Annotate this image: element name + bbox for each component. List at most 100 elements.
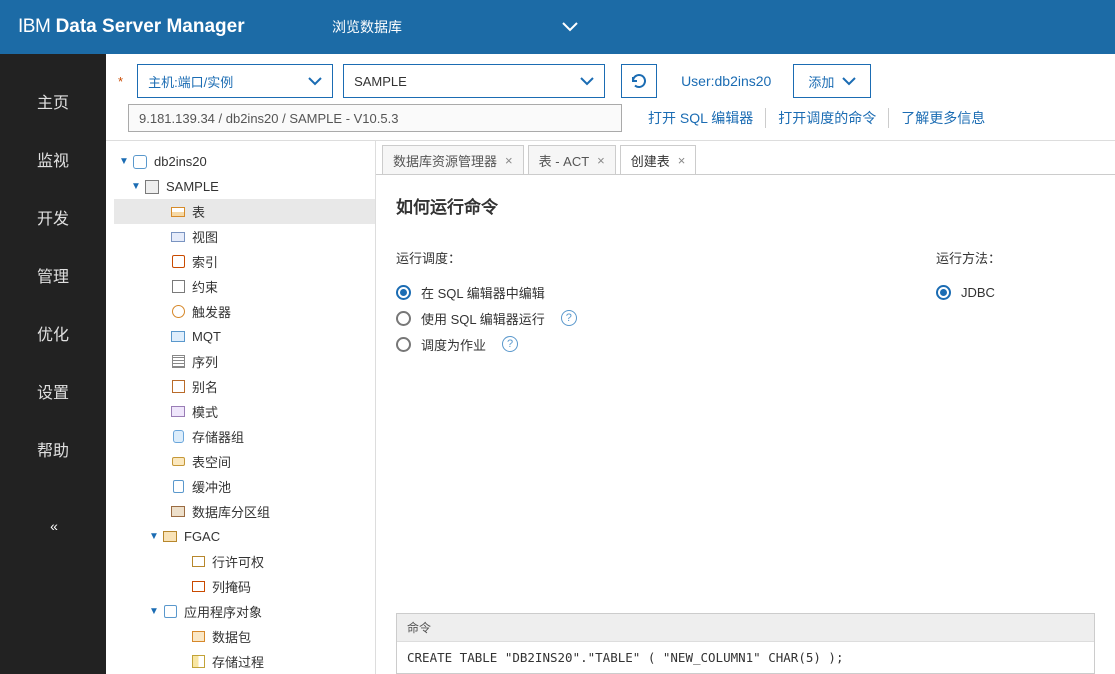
learn-more-link[interactable]: 了解更多信息 <box>889 108 997 128</box>
tree-item-storage-groups[interactable]: 存储器组 <box>114 424 375 449</box>
bufferpool-icon <box>170 479 186 495</box>
tree-item-bufferpools[interactable]: 缓冲池 <box>114 474 375 499</box>
tree-schema-label: SAMPLE <box>166 179 219 194</box>
index-icon <box>170 254 186 270</box>
tree-app-objects-node[interactable]: ▼ 应用程序对象 <box>114 599 375 624</box>
tree-item-stored-procs[interactable]: 存储过程 <box>114 649 375 674</box>
left-nav: 主页 监视 开发 管理 优化 设置 帮助 « <box>0 54 106 674</box>
tablespace-icon <box>170 454 186 470</box>
top-menu[interactable]: 浏览数据库 <box>307 17 1115 37</box>
brand-product: Data Server Manager <box>56 16 245 37</box>
help-icon[interactable]: ? <box>502 336 518 352</box>
constraint-icon <box>170 279 186 295</box>
command-box: 命令 CREATE TABLE "DB2INS20"."TABLE" ( "NE… <box>396 613 1095 674</box>
collapse-nav-button[interactable]: « <box>50 518 56 534</box>
close-icon[interactable]: × <box>505 153 513 168</box>
nav-help[interactable]: 帮助 <box>37 420 69 478</box>
brand: IBM Data Server Manager <box>0 16 307 38</box>
tab-body: 如何运行命令 运行调度： 在 SQL 编辑器中编辑 <box>376 175 1115 674</box>
open-scheduled-cmd-link[interactable]: 打开调度的命令 <box>766 108 889 128</box>
radio-icon <box>396 311 411 326</box>
tree-db-node[interactable]: ▼ db2ins20 <box>114 149 375 174</box>
user-label: User:db2ins20 <box>681 73 771 89</box>
help-icon[interactable]: ? <box>561 310 577 326</box>
radio-jdbc[interactable]: JDBC <box>936 281 1001 303</box>
command-text[interactable]: CREATE TABLE "DB2INS20"."TABLE" ( "NEW_C… <box>397 642 1094 673</box>
sequence-icon <box>170 354 186 370</box>
host-port-label: 主机:端口/实例 <box>148 72 233 91</box>
open-sql-editor-link[interactable]: 打开 SQL 编辑器 <box>636 108 766 128</box>
tree-item-tables[interactable]: 表 <box>114 199 375 224</box>
database-select-value: SAMPLE <box>354 74 407 89</box>
radio-edit-in-sql[interactable]: 在 SQL 编辑器中编辑 <box>396 281 936 303</box>
refresh-button[interactable] <box>621 64 657 98</box>
add-button[interactable]: 添加 <box>793 64 871 98</box>
tree-item-schemas[interactable]: 模式 <box>114 399 375 424</box>
top-bar: IBM Data Server Manager 浏览数据库 <box>0 0 1115 54</box>
expand-icon[interactable]: ▼ <box>130 181 142 192</box>
close-icon[interactable]: × <box>678 153 686 168</box>
expand-icon[interactable]: ▼ <box>148 531 160 542</box>
view-icon <box>170 229 186 245</box>
connection-path[interactable]: 9.181.139.34 / db2ins20 / SAMPLE - V10.5… <box>128 104 622 132</box>
tree-item-tablespaces[interactable]: 表空间 <box>114 449 375 474</box>
radio-run-with-sql[interactable]: 使用 SQL 编辑器运行 ? <box>396 307 936 329</box>
tree-item-indexes[interactable]: 索引 <box>114 249 375 274</box>
object-tree[interactable]: ▼ db2ins20 ▼ SAMPLE 表 视图 索引 约束 触发器 MQT 序… <box>106 141 376 674</box>
tree-item-partition-groups[interactable]: 数据库分区组 <box>114 499 375 524</box>
tree-item-views[interactable]: 视图 <box>114 224 375 249</box>
column-mask-icon <box>190 579 206 595</box>
tree-schema-node[interactable]: ▼ SAMPLE <box>114 174 375 199</box>
nav-home[interactable]: 主页 <box>37 72 69 130</box>
expand-icon[interactable]: ▼ <box>148 606 160 617</box>
tree-db-label: db2ins20 <box>154 154 207 169</box>
tree-item-constraints[interactable]: 约束 <box>114 274 375 299</box>
tab-create-table[interactable]: 创建表 × <box>620 145 697 174</box>
run-method-label: 运行方法： <box>936 248 1001 267</box>
add-button-label: 添加 <box>808 72 834 91</box>
database-select[interactable]: SAMPLE <box>343 64 605 98</box>
tree-fgac-node[interactable]: ▼ FGAC <box>114 524 375 549</box>
refresh-icon <box>629 71 649 91</box>
right-pane: * 主机:端口/实例 SAMPLE User:db2ins20 <box>106 54 1115 674</box>
nav-optimize[interactable]: 优化 <box>37 304 69 362</box>
nav-settings[interactable]: 设置 <box>37 362 69 420</box>
required-asterisk: * <box>118 74 123 89</box>
nav-monitor[interactable]: 监视 <box>37 130 69 188</box>
brand-ibm: IBM <box>18 16 50 37</box>
expand-icon[interactable]: ▼ <box>118 156 130 167</box>
toolbar-row-1: * 主机:端口/实例 SAMPLE User:db2ins20 <box>106 54 1115 104</box>
tab-area: 数据库资源管理器 × 表 - ACT × 创建表 × 如何运行命令 <box>376 141 1115 674</box>
top-menu-label: 浏览数据库 <box>332 17 402 37</box>
close-icon[interactable]: × <box>597 153 605 168</box>
tab-table-act[interactable]: 表 - ACT × <box>528 145 616 174</box>
tree-item-aliases[interactable]: 别名 <box>114 374 375 399</box>
host-port-select[interactable]: 主机:端口/实例 <box>137 64 333 98</box>
radio-icon <box>396 285 411 300</box>
nav-develop[interactable]: 开发 <box>37 188 69 246</box>
tree-item-sequences[interactable]: 序列 <box>114 349 375 374</box>
run-method-column: 运行方法： JDBC <box>936 248 1001 355</box>
storage-icon <box>170 429 186 445</box>
run-schedule-label: 运行调度： <box>396 248 936 267</box>
chevron-down-icon <box>580 77 594 86</box>
tab-strip: 数据库资源管理器 × 表 - ACT × 创建表 × <box>376 141 1115 175</box>
tab-db-explorer[interactable]: 数据库资源管理器 × <box>382 145 524 174</box>
stored-proc-icon <box>190 654 206 670</box>
radio-schedule-job[interactable]: 调度为作业 ? <box>396 333 936 355</box>
fgac-icon <box>162 529 178 545</box>
tree-item-packages[interactable]: 数据包 <box>114 624 375 649</box>
chevron-down-icon <box>842 77 856 86</box>
tree-item-column-masks[interactable]: 列掩码 <box>114 574 375 599</box>
radio-icon <box>396 337 411 352</box>
connection-path-text: 9.181.139.34 / db2ins20 / SAMPLE - V10.5… <box>139 111 398 126</box>
schema-icon <box>144 179 160 195</box>
tree-item-mqt[interactable]: MQT <box>114 324 375 349</box>
tree-item-triggers[interactable]: 触发器 <box>114 299 375 324</box>
table-icon <box>170 204 186 220</box>
content-area: ▼ db2ins20 ▼ SAMPLE 表 视图 索引 约束 触发器 MQT 序… <box>106 140 1115 674</box>
package-icon <box>190 629 206 645</box>
nav-manage[interactable]: 管理 <box>37 246 69 304</box>
schemas-icon <box>170 404 186 420</box>
tree-item-row-permissions[interactable]: 行许可权 <box>114 549 375 574</box>
